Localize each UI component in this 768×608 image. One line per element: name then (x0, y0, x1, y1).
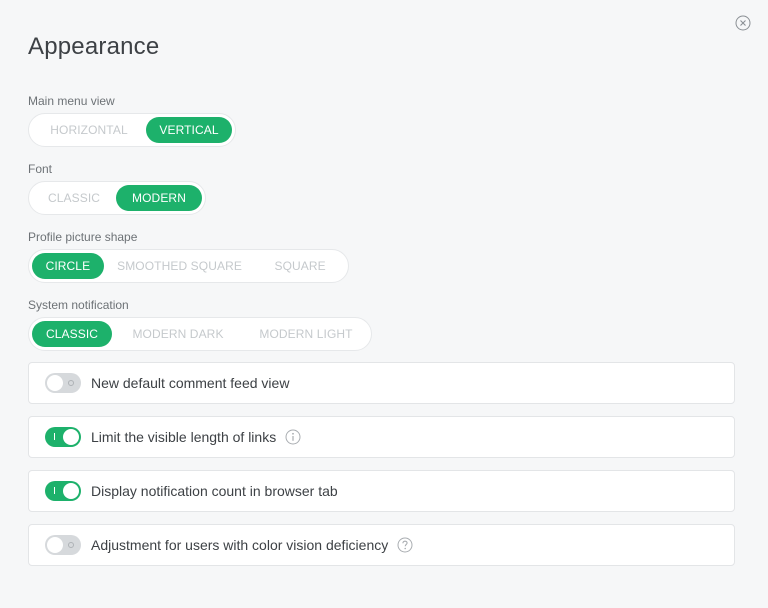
shape-option-circle[interactable]: CIRCLE (32, 253, 104, 279)
picture-shape-label: Profile picture shape (28, 230, 138, 244)
appearance-panel: Appearance Main menu view HORIZONTAL VER… (0, 0, 768, 608)
toggle-on-mark (54, 433, 55, 440)
link-length-label: Limit the visible length of links (91, 429, 277, 445)
menu-view-label: Main menu view (28, 94, 115, 108)
color-vision-label: Adjustment for users with color vision d… (91, 537, 389, 553)
page-title: Appearance (28, 33, 160, 60)
link-length-toggle[interactable] (45, 427, 81, 447)
font-option-modern[interactable]: MODERN (116, 185, 202, 211)
menu-view-option-vertical[interactable]: VERTICAL (146, 117, 232, 143)
notification-option-classic[interactable]: CLASSIC (32, 321, 112, 347)
toggle-row-color-vision: Adjustment for users with color vision d… (28, 524, 735, 566)
toggle-row-notification-count: Display notification count in browser ta… (28, 470, 735, 512)
picture-shape-selector: CIRCLE SMOOTHED SQUARE SQUARE (28, 249, 349, 283)
help-icon[interactable] (397, 537, 413, 553)
toggle-row-comment-feed: New default comment feed view (28, 362, 735, 404)
toggle-knob (63, 483, 79, 499)
notification-option-modern-dark[interactable]: MODERN DARK (112, 321, 244, 347)
toggle-row-link-length: Limit the visible length of links (28, 416, 735, 458)
toggle-off-mark (68, 542, 74, 548)
notification-selector: CLASSIC MODERN DARK MODERN LIGHT (28, 317, 372, 351)
menu-view-option-horizontal[interactable]: HORIZONTAL (32, 117, 146, 143)
toggle-knob (47, 375, 63, 391)
font-selector: CLASSIC MODERN (28, 181, 206, 215)
comment-feed-toggle[interactable] (45, 373, 81, 393)
notification-count-label: Display notification count in browser ta… (91, 483, 338, 499)
toggle-knob (63, 429, 79, 445)
shape-option-square[interactable]: SQUARE (255, 253, 345, 279)
notification-count-toggle[interactable] (45, 481, 81, 501)
info-icon[interactable] (285, 429, 301, 445)
toggle-on-mark (54, 487, 55, 494)
menu-view-selector: HORIZONTAL VERTICAL (28, 113, 236, 147)
notification-option-modern-light[interactable]: MODERN LIGHT (244, 321, 368, 347)
toggle-off-mark (68, 380, 74, 386)
color-vision-toggle[interactable] (45, 535, 81, 555)
shape-option-smoothed-square[interactable]: SMOOTHED SQUARE (104, 253, 256, 279)
toggle-knob (47, 537, 63, 553)
font-label: Font (28, 162, 53, 176)
notification-label: System notification (28, 298, 129, 312)
comment-feed-label: New default comment feed view (91, 375, 290, 391)
font-option-classic[interactable]: CLASSIC (32, 185, 116, 211)
close-icon[interactable] (735, 15, 751, 31)
